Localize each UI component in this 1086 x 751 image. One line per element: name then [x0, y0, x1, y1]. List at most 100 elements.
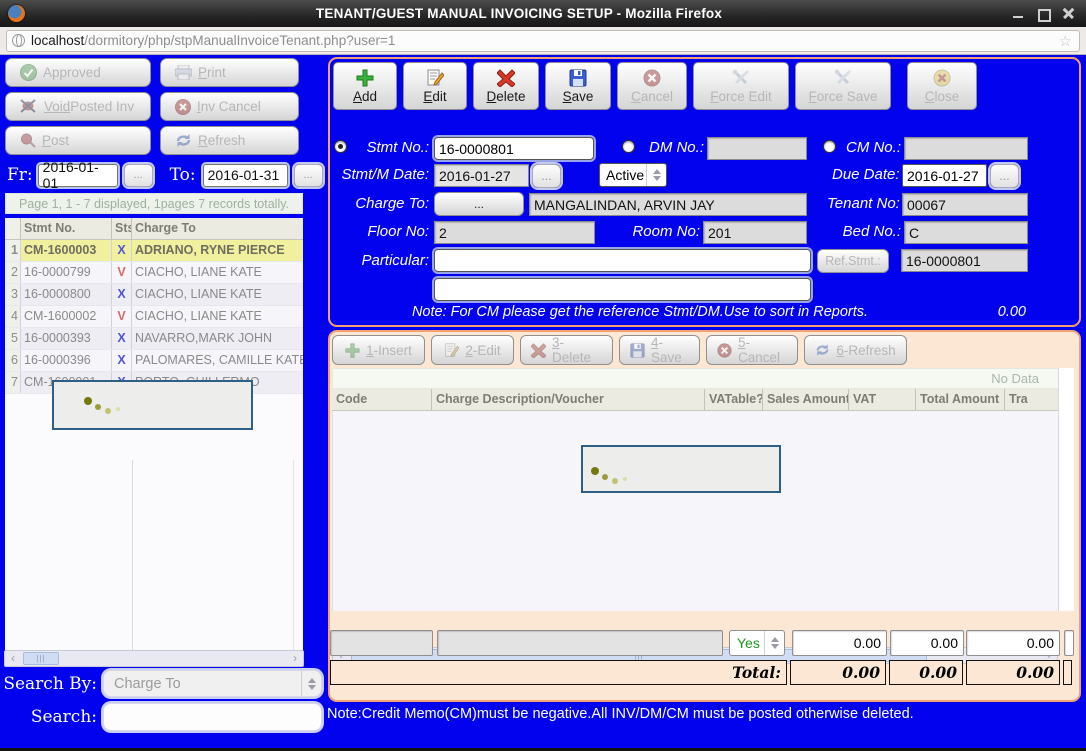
cm-no-label: CM No.: [841, 139, 901, 156]
table-row[interactable]: 4 CM-1600002 V CIACHO, LIANE KATE [5, 306, 303, 328]
void-pin-icon [20, 99, 38, 114]
entry-vatable-select[interactable]: Yes [729, 630, 785, 656]
footer-note: Note:Credit Memo(CM)must be negative.All… [327, 706, 914, 722]
charge-to-browse-button[interactable]: ... [434, 192, 524, 216]
stmt-no-input[interactable]: 16-0000801 [434, 137, 594, 160]
to-date-input[interactable]: 2016-01-31 [203, 164, 288, 187]
search-by-row: Search By: Charge To [0, 670, 327, 697]
table-row[interactable]: 5 16-0000393 X NAVARRO,MARK JOHN [5, 328, 303, 350]
print-button[interactable]: Print [160, 58, 299, 87]
status-select[interactable]: Active [599, 163, 667, 187]
particular2-input[interactable] [434, 278, 811, 301]
ref-stmt-button[interactable]: Ref.Stmt.: [817, 249, 889, 273]
entry-vat-input[interactable]: 0.00 [890, 630, 964, 656]
col-trans[interactable]: Tra [1005, 389, 1058, 410]
floppy-icon [569, 69, 587, 87]
due-date-label: Due Date: [832, 166, 897, 183]
plus-icon [345, 343, 360, 358]
edit-detail-button[interactable]: 2-Edit [431, 335, 514, 365]
scroll-left-icon[interactable]: ‹ [5, 651, 21, 666]
void-posted-inv-button[interactable]: VoidPosted Inv [5, 92, 151, 121]
approved-button[interactable]: Approved [5, 58, 151, 87]
col-description[interactable]: Charge Description/Voucher [432, 389, 705, 410]
refresh-button[interactable]: Refresh [160, 126, 299, 155]
search-label: Search: [0, 707, 97, 727]
plus-icon [356, 69, 374, 87]
charge-to-cell: ADRIANO, RYNE PIERCE [132, 240, 303, 261]
col-charge-to[interactable]: Charge To [132, 218, 303, 239]
particular-input[interactable] [434, 249, 811, 272]
force-edit-button[interactable]: Force Edit [693, 62, 789, 110]
invoice-form-panel: Add Edit Delete Save [328, 57, 1081, 327]
from-date-input[interactable]: 2016-01-01 [38, 164, 118, 187]
row-number: 2 [5, 262, 21, 283]
insert-detail-button[interactable]: 1-Insert [332, 335, 425, 365]
column-divider [132, 460, 133, 650]
cancel-circle-icon [643, 69, 661, 87]
table-row[interactable]: 6 16-0000396 X PALOMARES, CAMILLE KATE [5, 350, 303, 372]
to-date-browse-button[interactable]: ... [294, 164, 323, 187]
search-input[interactable] [103, 703, 322, 731]
cm-no-radio[interactable] [823, 140, 836, 153]
cancel-button[interactable]: Cancel [617, 62, 687, 110]
cancel-detail-button[interactable]: 5-Cancel [706, 335, 798, 365]
stmt-no-radio[interactable] [334, 140, 347, 153]
edit-button[interactable]: Edit [403, 62, 467, 110]
from-date-browse-button[interactable]: ... [124, 164, 153, 187]
vatable-value: Yes [737, 635, 760, 651]
url-bar: localhost/dormitory/php/stpManualInvoice… [0, 27, 1086, 55]
url-input[interactable]: localhost/dormitory/php/stpManualInvoice… [6, 30, 1080, 52]
total-vat: 0.00 [889, 660, 963, 685]
button-label: 6-Refresh [836, 343, 895, 358]
add-button[interactable]: Add [333, 62, 397, 110]
button-label: VoidPosted Inv [44, 99, 134, 114]
cancel-circle-icon [717, 343, 732, 358]
refresh-detail-button[interactable]: 6-Refresh [804, 335, 907, 365]
total-sales: 0.00 [790, 660, 886, 685]
edit-icon [426, 69, 444, 87]
col-stmt-no[interactable]: Stmt No. [21, 218, 112, 239]
col-vat[interactable]: VAT [849, 389, 916, 410]
scroll-right-icon[interactable]: › [287, 651, 303, 666]
minimize-icon[interactable] [1013, 8, 1024, 19]
col-code[interactable]: Code [332, 389, 432, 410]
ref-stmt-input: 16-0000801 [901, 249, 1028, 272]
search-by-select[interactable]: Charge To [103, 670, 322, 697]
url-path: /dormitory/php/stpManualInvoiceTenant.ph… [84, 33, 395, 48]
sts-cell: V [112, 306, 132, 327]
delete-button[interactable]: Delete [473, 62, 539, 110]
button-label: Edit [423, 89, 446, 104]
dm-no-radio[interactable] [622, 140, 635, 153]
table-row[interactable]: 1 CM-1600003 X ADRIANO, RYNE PIERCE [5, 240, 303, 262]
post-button[interactable]: Post [5, 126, 151, 155]
inv-cancel-button[interactable]: Inv Cancel [160, 92, 299, 121]
col-sales-amount[interactable]: Sales Amount [763, 389, 849, 410]
horizontal-scrollbar[interactable]: ‹ ||| › [4, 650, 304, 667]
pushpin-icon [20, 133, 36, 148]
bookmark-star-icon[interactable]: ☆ [1059, 32, 1072, 50]
close-button[interactable]: Close [907, 62, 977, 110]
maximize-icon[interactable] [1038, 8, 1049, 19]
entry-total-input[interactable]: 0.00 [966, 630, 1060, 656]
force-save-button[interactable]: Force Save [795, 62, 891, 110]
col-sts[interactable]: Sts [112, 218, 132, 239]
stmt-date-browse-button[interactable]: ... [532, 164, 561, 188]
delete-detail-button[interactable]: 3-Delete [520, 335, 613, 365]
table-row[interactable]: 2 16-0000799 V CIACHO, LIANE KATE [5, 262, 303, 284]
button-label: Force Edit [710, 89, 772, 104]
save-detail-button[interactable]: 4-Save [619, 335, 700, 365]
col-total-amount[interactable]: Total Amount [916, 389, 1005, 410]
vertical-scrollbar[interactable] [1058, 368, 1074, 611]
save-button[interactable]: Save [545, 62, 611, 110]
due-date-input[interactable]: 2016-01-27 [902, 164, 987, 187]
button-label: 5-Cancel [738, 335, 787, 365]
col-vatable[interactable]: VATable? [705, 389, 763, 410]
due-date-browse-button[interactable]: ... [990, 164, 1019, 188]
statement-table-header: Stmt No. Sts Charge To [5, 218, 303, 240]
scrollbar-thumb[interactable]: ||| [23, 652, 59, 665]
table-row[interactable]: 3 16-0000800 X CIACHO, LIANE KATE [5, 284, 303, 306]
entry-sales-input[interactable]: 0.00 [792, 630, 887, 656]
close-icon[interactable] [1063, 8, 1074, 19]
detail-entry-row: Yes 0.00 0.00 0.00 [330, 630, 1072, 656]
stmt-date-input[interactable]: 2016-01-27 [434, 164, 529, 187]
